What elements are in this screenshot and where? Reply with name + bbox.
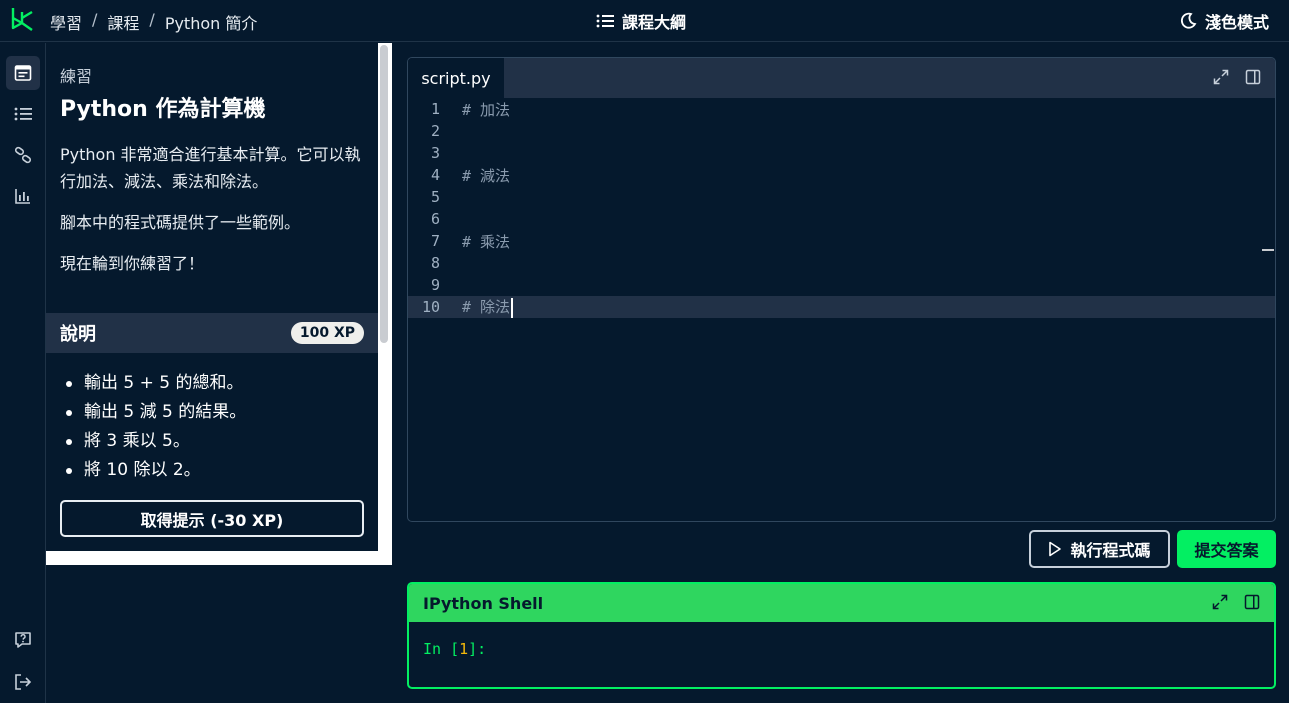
breadcrumb-course[interactable]: Python 簡介 (165, 10, 258, 34)
editor-tab-bar: script.py (408, 58, 1275, 98)
shell-actions (1212, 594, 1260, 610)
rail-outline-button[interactable] (6, 97, 40, 131)
exercise-context: 練習 Python 作為計算機 Python 非常適合進行基本計算。它可以執行加… (46, 43, 378, 313)
code-line[interactable]: 4 # 減法 (408, 164, 1275, 186)
code-line[interactable]: 8 (408, 252, 1275, 274)
top-bar: 學習 / 課程 / Python 簡介 課程大綱 淺色模式 (0, 0, 1289, 42)
moon-icon (1180, 12, 1197, 29)
line-number: 9 (430, 276, 440, 294)
line-number: 1 (430, 100, 440, 118)
rail-help-button[interactable] (6, 623, 40, 657)
exercise-paragraph: Python 非常適合進行基本計算。它可以執行加法、減法、乘法和除法。 (60, 145, 361, 191)
run-code-label: 執行程式碼 (1070, 541, 1151, 560)
line-number: 10 (421, 298, 440, 316)
rail-exercise-button[interactable] (6, 56, 40, 90)
expand-icon[interactable] (1213, 69, 1229, 85)
code-text[interactable]: # 除法 (440, 296, 514, 318)
breadcrumb: 學習 / 課程 / Python 簡介 (50, 10, 257, 34)
code-line[interactable]: 7 # 乘法 (408, 230, 1275, 252)
help-icon (15, 632, 31, 648)
rail-slides-button[interactable] (6, 138, 40, 172)
instructions-list: 輸出 5 + 5 的總和。 輸出 5 減 5 的結果。 將 3 乘以 5。 將 … (60, 369, 364, 485)
instruction-item: 將 10 除以 2。 (60, 456, 364, 485)
light-mode-label: 淺色模式 (1204, 13, 1269, 32)
link-icon (14, 146, 32, 164)
tab-script-py[interactable]: script.py (408, 58, 504, 98)
instructions-header: 說明 100 XP (46, 313, 378, 353)
expand-icon[interactable] (1212, 594, 1228, 610)
line-number: 5 (430, 188, 440, 206)
instructions-body: 輸出 5 + 5 的總和。 輸出 5 減 5 的結果。 將 3 乘以 5。 將 … (46, 353, 378, 551)
instructions-title: 說明 (60, 324, 96, 345)
editor-actions (1213, 69, 1261, 85)
line-number: 7 (430, 232, 440, 250)
code-line[interactable]: 1 # 加法 (408, 98, 1275, 120)
exercise-paragraph: 腳本中的程式碼提供了一些範例。 (60, 213, 301, 232)
rail-stats-button[interactable] (6, 179, 40, 213)
text-caret (511, 297, 514, 318)
line-number: 8 (430, 254, 440, 272)
exercise-scrollbar-thumb[interactable] (380, 45, 388, 343)
shell-title: IPython Shell (423, 593, 544, 613)
code-area[interactable]: 1 # 加法 2 3 4 # 減法 5 6 7 # 乘法 8 9 10 # 除法 (408, 98, 1275, 318)
code-line[interactable]: 10 # 除法 (408, 296, 1275, 318)
datacamp-logo-icon[interactable] (10, 6, 36, 34)
exercise-panel: 練習 Python 作為計算機 Python 非常適合進行基本計算。它可以執行加… (46, 43, 392, 565)
exercise-icon (14, 65, 32, 81)
code-line[interactable]: 5 (408, 186, 1275, 208)
code-line[interactable]: 2 (408, 120, 1275, 142)
split-panel-icon[interactable] (1245, 69, 1261, 85)
line-number: 6 (430, 210, 440, 228)
code-text[interactable]: # 乘法 (440, 231, 510, 252)
course-outline-button[interactable]: 課程大綱 (596, 9, 686, 33)
exercise-paragraph: 現在輪到你練習了！ (60, 254, 205, 273)
code-editor: script.py 1 # 加法 2 3 4 # 減法 5 6 7 # 乘法 8 9 10 # 除法 (407, 57, 1276, 522)
line-number: 4 (430, 166, 440, 184)
breadcrumb-learn[interactable]: 學習 (50, 10, 82, 34)
logout-icon (15, 674, 32, 690)
shell-header: IPython Shell (409, 584, 1274, 622)
run-code-button[interactable]: 執行程式碼 (1029, 530, 1170, 568)
code-line[interactable]: 3 (408, 142, 1275, 164)
breadcrumb-courses[interactable]: 課程 (107, 10, 139, 34)
editor-scroll-marker (1262, 249, 1274, 251)
bar-chart-icon (15, 189, 30, 204)
line-number: 3 (430, 144, 440, 162)
submit-answer-button[interactable]: 提交答案 (1177, 530, 1276, 568)
rail-exit-button[interactable] (6, 665, 40, 699)
light-mode-toggle[interactable]: 淺色模式 (1179, 9, 1269, 33)
course-outline-label: 課程大綱 (622, 13, 687, 32)
play-icon (1049, 541, 1062, 557)
code-line[interactable]: 6 (408, 208, 1275, 230)
instruction-item: 輸出 5 減 5 的結果。 (60, 398, 364, 427)
instruction-item: 將 3 乘以 5。 (60, 427, 364, 456)
shell-prompt[interactable]: In [1]: (423, 640, 486, 658)
split-panel-icon[interactable] (1244, 594, 1260, 610)
breadcrumb-separator: / (92, 10, 98, 29)
code-text[interactable]: # 減法 (440, 165, 510, 186)
ipython-shell: IPython Shell In [1]: (407, 582, 1276, 689)
list-icon (14, 107, 32, 121)
left-rail (0, 43, 46, 703)
exercise-kicker: 練習 (60, 67, 93, 86)
exercise-title: Python 作為計算機 (60, 97, 266, 122)
xp-badge: 100 XP (290, 322, 364, 344)
instruction-item: 輸出 5 + 5 的總和。 (60, 369, 364, 398)
prompt-number: 1 (459, 640, 469, 658)
code-line[interactable]: 9 (408, 274, 1275, 296)
take-hint-button[interactable]: 取得提示 (-30 XP) (60, 500, 364, 537)
prompt-end: ]: (468, 640, 487, 658)
breadcrumb-separator: / (149, 10, 155, 29)
list-icon (596, 14, 614, 28)
code-text[interactable]: # 加法 (440, 99, 510, 120)
prompt-in: In [ (423, 640, 460, 658)
line-number: 2 (430, 122, 440, 140)
